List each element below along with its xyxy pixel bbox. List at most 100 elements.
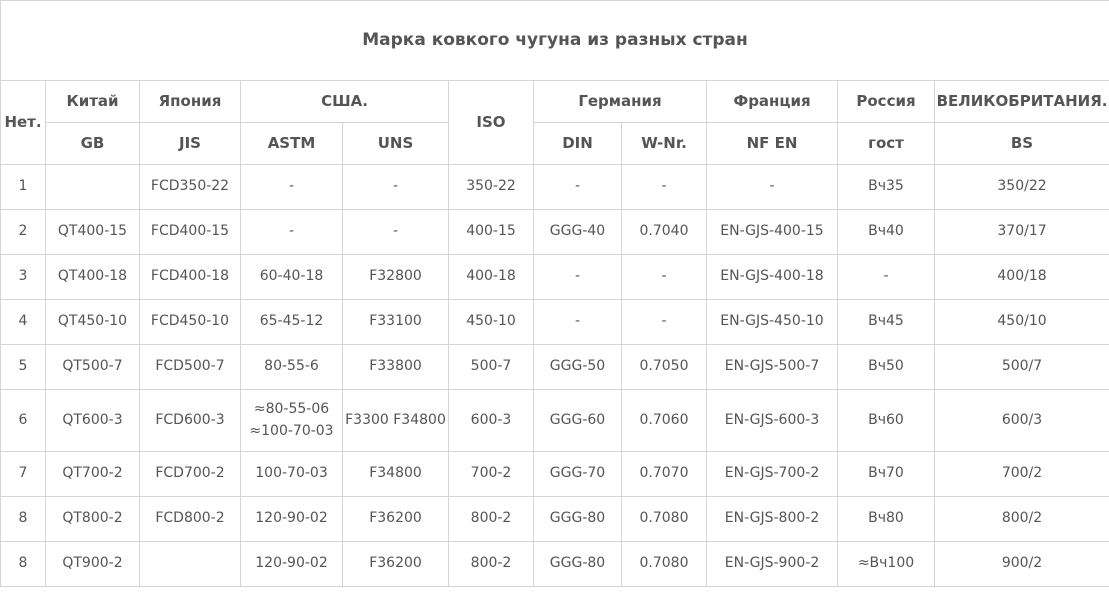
cell-bs: 350/22	[933, 164, 1109, 210]
cell-gb	[45, 164, 140, 210]
grade-comparison-table: Марка ковкого чугуна из разных стран Нет…	[0, 0, 1109, 587]
cell-jis: FCD400-15	[139, 209, 241, 255]
header-din: DIN	[533, 122, 622, 165]
cell-uns: F34800	[342, 451, 449, 497]
cell-iso: 350-22	[448, 164, 534, 210]
cell-bs: 370/17	[933, 209, 1109, 255]
cell-no: 8	[0, 541, 46, 587]
cell-nfen: EN-GJS-400-18	[706, 254, 838, 300]
header-usa: США.	[240, 80, 449, 123]
cell-bs: 900/2	[933, 541, 1109, 587]
cell-bs: 400/18	[933, 254, 1109, 300]
header-astm: ASTM	[240, 122, 343, 165]
table-row: 5 QT500-7 FCD500-7 80-55-6 F33800 500-7 …	[0, 344, 1109, 390]
cell-din: GGG-50	[533, 344, 622, 390]
header-china: Китай	[45, 80, 140, 123]
cell-gost: ≈Вч100	[837, 541, 935, 587]
cell-iso: 400-15	[448, 209, 534, 255]
cell-jis: FCD500-7	[139, 344, 241, 390]
cell-iso: 700-2	[448, 451, 534, 497]
cell-uns: F33800	[342, 344, 449, 390]
cell-no: 5	[0, 344, 46, 390]
cell-din: -	[533, 254, 622, 300]
cell-gb: QT700-2	[45, 451, 140, 497]
table-row: 2 QT400-15 FCD400-15 - - 400-15 GGG-40 0…	[0, 209, 1109, 255]
cell-gost: Вч70	[837, 451, 935, 497]
cell-astm: 65-45-12	[240, 299, 343, 345]
header-gost: гост	[837, 122, 935, 165]
cell-wnr: 0.7060	[621, 389, 707, 452]
cell-no: 7	[0, 451, 46, 497]
cell-uns: F32800	[342, 254, 449, 300]
header-jis: JIS	[139, 122, 241, 165]
cell-din: GGG-80	[533, 496, 622, 542]
cell-nfen: -	[706, 164, 838, 210]
cell-no: 2	[0, 209, 46, 255]
header-japan: Япония	[139, 80, 241, 123]
cell-jis: FCD450-10	[139, 299, 241, 345]
table-row: 3 QT400-18 FCD400-18 60-40-18 F32800 400…	[0, 254, 1109, 300]
cell-jis: FCD700-2	[139, 451, 241, 497]
cell-wnr: 0.7070	[621, 451, 707, 497]
cell-wnr: -	[621, 254, 707, 300]
cell-wnr: 0.7040	[621, 209, 707, 255]
cell-gb: QT400-15	[45, 209, 140, 255]
cell-gb: QT900-2	[45, 541, 140, 587]
cell-gost: Вч50	[837, 344, 935, 390]
cell-jis: FCD350-22	[139, 164, 241, 210]
cell-uns: -	[342, 164, 449, 210]
cell-wnr: -	[621, 164, 707, 210]
cell-nfen: EN-GJS-600-3	[706, 389, 838, 452]
cell-iso: 800-2	[448, 496, 534, 542]
cell-astm: ≈80-55-06 ≈100-70-03	[240, 389, 343, 452]
cell-wnr: 0.7080	[621, 496, 707, 542]
cell-jis: FCD400-18	[139, 254, 241, 300]
cell-bs: 800/2	[933, 496, 1109, 542]
cell-astm: 120-90-02	[240, 496, 343, 542]
cell-din: -	[533, 164, 622, 210]
cell-nfen: EN-GJS-900-2	[706, 541, 838, 587]
cell-nfen: EN-GJS-800-2	[706, 496, 838, 542]
cell-no: 3	[0, 254, 46, 300]
header-nfen: NF EN	[706, 122, 838, 165]
cell-uns: F36200	[342, 496, 449, 542]
cell-gost: Вч80	[837, 496, 935, 542]
header-france: Франция	[706, 80, 838, 123]
cell-nfen: EN-GJS-500-7	[706, 344, 838, 390]
cell-jis: FCD800-2	[139, 496, 241, 542]
table-row: 6 QT600-3 FCD600-3 ≈80-55-06 ≈100-70-03 …	[0, 389, 1109, 452]
cell-gost: -	[837, 254, 935, 300]
cell-astm: -	[240, 164, 343, 210]
table-row: 8 QT800-2 FCD800-2 120-90-02 F36200 800-…	[0, 496, 1109, 542]
table-row: 4 QT450-10 FCD450-10 65-45-12 F33100 450…	[0, 299, 1109, 345]
header-russia: Россия	[837, 80, 935, 123]
cell-gb: QT600-3	[45, 389, 140, 452]
cell-astm: 80-55-6	[240, 344, 343, 390]
cell-jis	[139, 541, 241, 587]
table-title: Марка ковкого чугуна из разных стран	[0, 0, 1109, 81]
cell-astm-line1: ≈80-55-06	[253, 400, 330, 417]
cell-uns: F33100	[342, 299, 449, 345]
header-gb: GB	[45, 122, 140, 165]
cell-din: GGG-80	[533, 541, 622, 587]
cell-uns: -	[342, 209, 449, 255]
header-iso: ISO	[448, 80, 534, 165]
cell-iso: 800-2	[448, 541, 534, 587]
cell-astm: 60-40-18	[240, 254, 343, 300]
cell-no: 4	[0, 299, 46, 345]
header-uns: UNS	[342, 122, 449, 165]
table-row: 8 QT900-2 120-90-02 F36200 800-2 GGG-80 …	[0, 541, 1109, 587]
header-germany: Германия	[533, 80, 707, 123]
cell-bs: 450/10	[933, 299, 1109, 345]
cell-astm: 120-90-02	[240, 541, 343, 587]
cell-astm: 100-70-03	[240, 451, 343, 497]
cell-gost: Вч40	[837, 209, 935, 255]
cell-iso: 450-10	[448, 299, 534, 345]
cell-nfen: EN-GJS-400-15	[706, 209, 838, 255]
cell-din: GGG-60	[533, 389, 622, 452]
cell-nfen: EN-GJS-700-2	[706, 451, 838, 497]
cell-din: GGG-70	[533, 451, 622, 497]
cell-din: GGG-40	[533, 209, 622, 255]
cell-wnr: 0.7050	[621, 344, 707, 390]
cell-gost: Вч45	[837, 299, 935, 345]
